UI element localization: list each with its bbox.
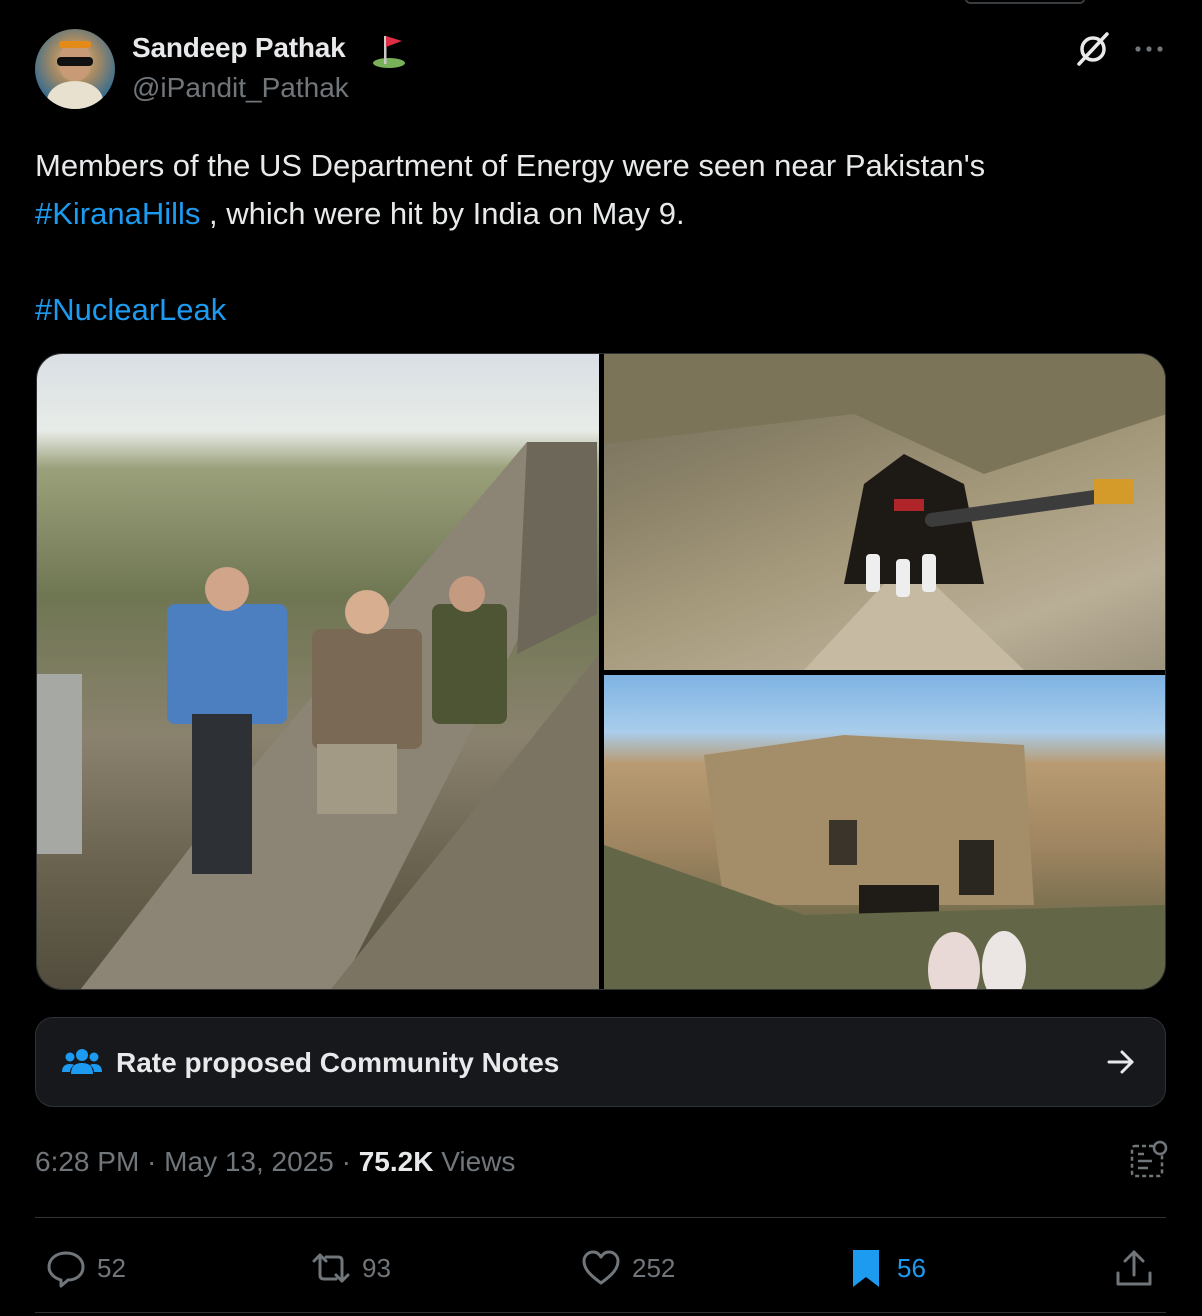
reply-icon — [47, 1251, 85, 1288]
analytics-icon[interactable] — [1128, 1140, 1168, 1180]
reply-button[interactable]: 52 — [45, 1240, 126, 1296]
more-horizontal-icon[interactable] — [1132, 34, 1166, 64]
divider — [35, 1312, 1166, 1313]
repost-icon — [312, 1253, 350, 1283]
reply-count: 52 — [97, 1252, 126, 1283]
post-time[interactable]: 6:28 PM — [35, 1146, 139, 1177]
media-grid — [36, 353, 1166, 990]
post-date[interactable]: May 13, 2025 — [164, 1146, 334, 1177]
golf-flag-icon — [373, 36, 405, 68]
heart-icon — [582, 1250, 620, 1285]
action-bar: 52 93 252 56 — [35, 1240, 1166, 1296]
like-button[interactable]: 252 — [580, 1240, 675, 1296]
community-notes-label: Rate proposed Community Notes — [116, 1047, 560, 1078]
share-button[interactable] — [1113, 1240, 1165, 1296]
meta-separator: · — [333, 1146, 359, 1177]
bookmark-count: 56 — [897, 1252, 926, 1283]
media-image-3[interactable] — [604, 675, 1165, 989]
community-notes-bar[interactable]: Rate proposed Community Notes — [35, 1017, 1166, 1107]
post-meta: 6:28 PM · May 13, 2025 · 75.2K Views — [35, 1146, 515, 1178]
right-arrow-icon — [1107, 1050, 1134, 1074]
repost-button[interactable]: 93 — [310, 1240, 391, 1296]
hashtag-nuclearleak[interactable]: #NuclearLeak — [35, 292, 226, 327]
post-line-2: #KiranaHills , which were hit by India o… — [35, 190, 1165, 238]
media-image-1[interactable] — [37, 354, 599, 989]
avatar[interactable] — [35, 29, 115, 109]
grok-icon[interactable] — [1074, 30, 1112, 68]
post-text: Members of the US Department of Energy w… — [35, 142, 1165, 334]
repost-count: 93 — [362, 1252, 391, 1283]
post-line-1: Members of the US Department of Energy w… — [35, 148, 986, 183]
media-image-2[interactable] — [604, 354, 1165, 670]
post-line-2-text: , which were hit by India on May 9. — [200, 196, 685, 231]
author-name[interactable]: Sandeep Pathak — [132, 32, 346, 64]
top-scroll-indicator — [965, 0, 1085, 4]
people-group-icon — [62, 1049, 102, 1074]
meta-separator: · — [139, 1146, 165, 1177]
views-label: Views — [433, 1146, 516, 1177]
bookmark-filled-icon — [853, 1250, 879, 1287]
views-count: 75.2K — [358, 1146, 434, 1177]
bookmark-button[interactable]: 56 — [845, 1240, 926, 1296]
like-count: 252 — [632, 1252, 676, 1283]
divider — [35, 1217, 1166, 1218]
share-icon — [1116, 1250, 1152, 1286]
hashtag-kiranahills[interactable]: #KiranaHills — [35, 196, 200, 231]
author-handle[interactable]: @iPandit_Pathak — [132, 72, 349, 104]
